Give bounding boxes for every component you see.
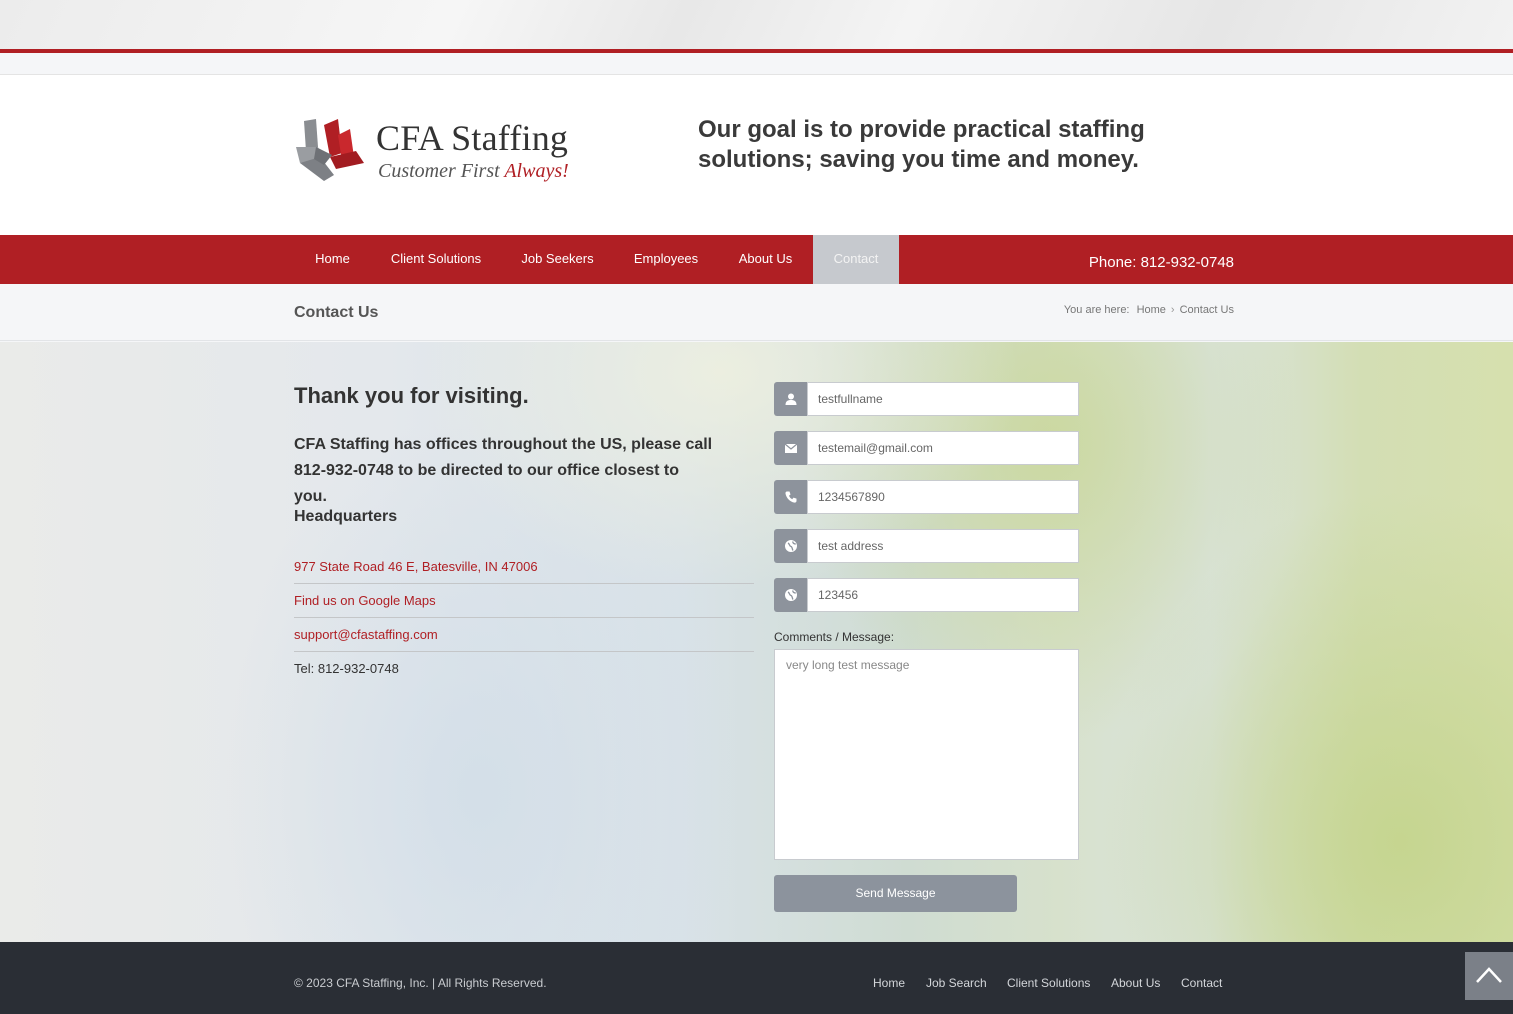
copyright-text: © 2023 CFA Staffing, Inc. | All Rights R… xyxy=(294,976,547,990)
envelope-icon xyxy=(774,431,807,465)
site-header: CFA Staffing Customer First Always! Our … xyxy=(0,75,1513,235)
nav-item-client-solutions[interactable]: Client Solutions xyxy=(371,235,501,284)
breadcrumb-separator-icon: › xyxy=(1170,304,1175,316)
chevron-up-icon xyxy=(1476,967,1502,983)
nav-item-job-seekers[interactable]: Job Seekers xyxy=(501,235,614,284)
contact-info-list: 977 State Road 46 E, Batesville, IN 4700… xyxy=(294,550,754,686)
send-message-button[interactable]: Send Message xyxy=(774,875,1017,912)
footer-link-about-us[interactable]: About Us xyxy=(1111,976,1160,990)
footer-link-job-search[interactable]: Job Search xyxy=(926,976,987,990)
zip-field xyxy=(774,578,1079,612)
logo-title: CFA Staffing xyxy=(376,118,569,158)
intro-text: CFA Staffing has offices throughout the … xyxy=(294,436,713,505)
site-logo[interactable]: CFA Staffing Customer First Always! xyxy=(294,117,584,187)
logo-tagline: Customer First Always! xyxy=(378,160,569,183)
page-title-bar: Contact Us You are here: Home › Contact Us xyxy=(0,284,1513,341)
message-textarea[interactable]: very long test message xyxy=(774,649,1079,860)
thanks-heading: Thank you for visiting. xyxy=(294,383,529,408)
logo-hands-icon xyxy=(296,119,364,181)
address-field xyxy=(774,529,1079,563)
top-banner xyxy=(0,0,1513,50)
nav-item-contact[interactable]: Contact xyxy=(813,235,899,284)
fullname-input[interactable] xyxy=(807,382,1079,416)
email-field xyxy=(774,431,1079,465)
breadcrumb-prefix: You are here: xyxy=(1063,304,1130,316)
contact-content: Thank you for visiting. CFA Staffing has… xyxy=(0,342,1513,942)
address-link[interactable]: 977 State Road 46 E, Batesville, IN 4700… xyxy=(294,550,754,584)
site-footer: © 2023 CFA Staffing, Inc. | All Rights R… xyxy=(0,942,1513,1014)
page-title: Contact Us xyxy=(294,304,379,321)
breadcrumb: You are here: Home › Contact Us xyxy=(1020,304,1234,316)
nav-item-about-us[interactable]: About Us xyxy=(718,235,813,284)
fullname-field xyxy=(774,382,1079,416)
phone-field xyxy=(774,480,1079,514)
main-nav: Home Client Solutions Job Seekers Employ… xyxy=(0,235,1513,284)
telephone-text: Tel: 812-932-0748 xyxy=(294,661,399,676)
scroll-to-top-button[interactable] xyxy=(1465,952,1513,1000)
email-input[interactable] xyxy=(807,431,1079,465)
nav-item-home[interactable]: Home xyxy=(294,235,371,284)
phone-icon xyxy=(774,480,807,514)
user-icon xyxy=(774,382,807,416)
footer-link-contact[interactable]: Contact xyxy=(1181,976,1222,990)
breadcrumb-home[interactable]: Home xyxy=(1137,304,1166,316)
globe-icon xyxy=(774,578,807,612)
address-input[interactable] xyxy=(807,529,1079,563)
breadcrumb-current: Contact Us xyxy=(1179,304,1234,316)
phone-input[interactable] xyxy=(807,480,1079,514)
goal-statement: Our goal is to provide practical staffin… xyxy=(698,116,1145,173)
nav-item-employees[interactable]: Employees xyxy=(614,235,718,284)
footer-link-home[interactable]: Home xyxy=(873,976,905,990)
headquarters-heading: Headquarters xyxy=(294,508,398,525)
message-label: Comments / Message: xyxy=(774,630,895,644)
email-link[interactable]: support@cfastaffing.com xyxy=(294,618,754,652)
zip-input[interactable] xyxy=(807,578,1079,612)
nav-phone: Phone: 812-932-0748 xyxy=(1088,254,1234,271)
google-maps-link[interactable]: Find us on Google Maps xyxy=(294,584,754,618)
tagline-emphasis: Always! xyxy=(504,160,569,182)
tagline-prefix: Customer First xyxy=(378,160,500,182)
footer-link-client-solutions[interactable]: Client Solutions xyxy=(1007,976,1090,990)
top-strip xyxy=(0,53,1513,75)
globe-icon xyxy=(774,529,807,563)
